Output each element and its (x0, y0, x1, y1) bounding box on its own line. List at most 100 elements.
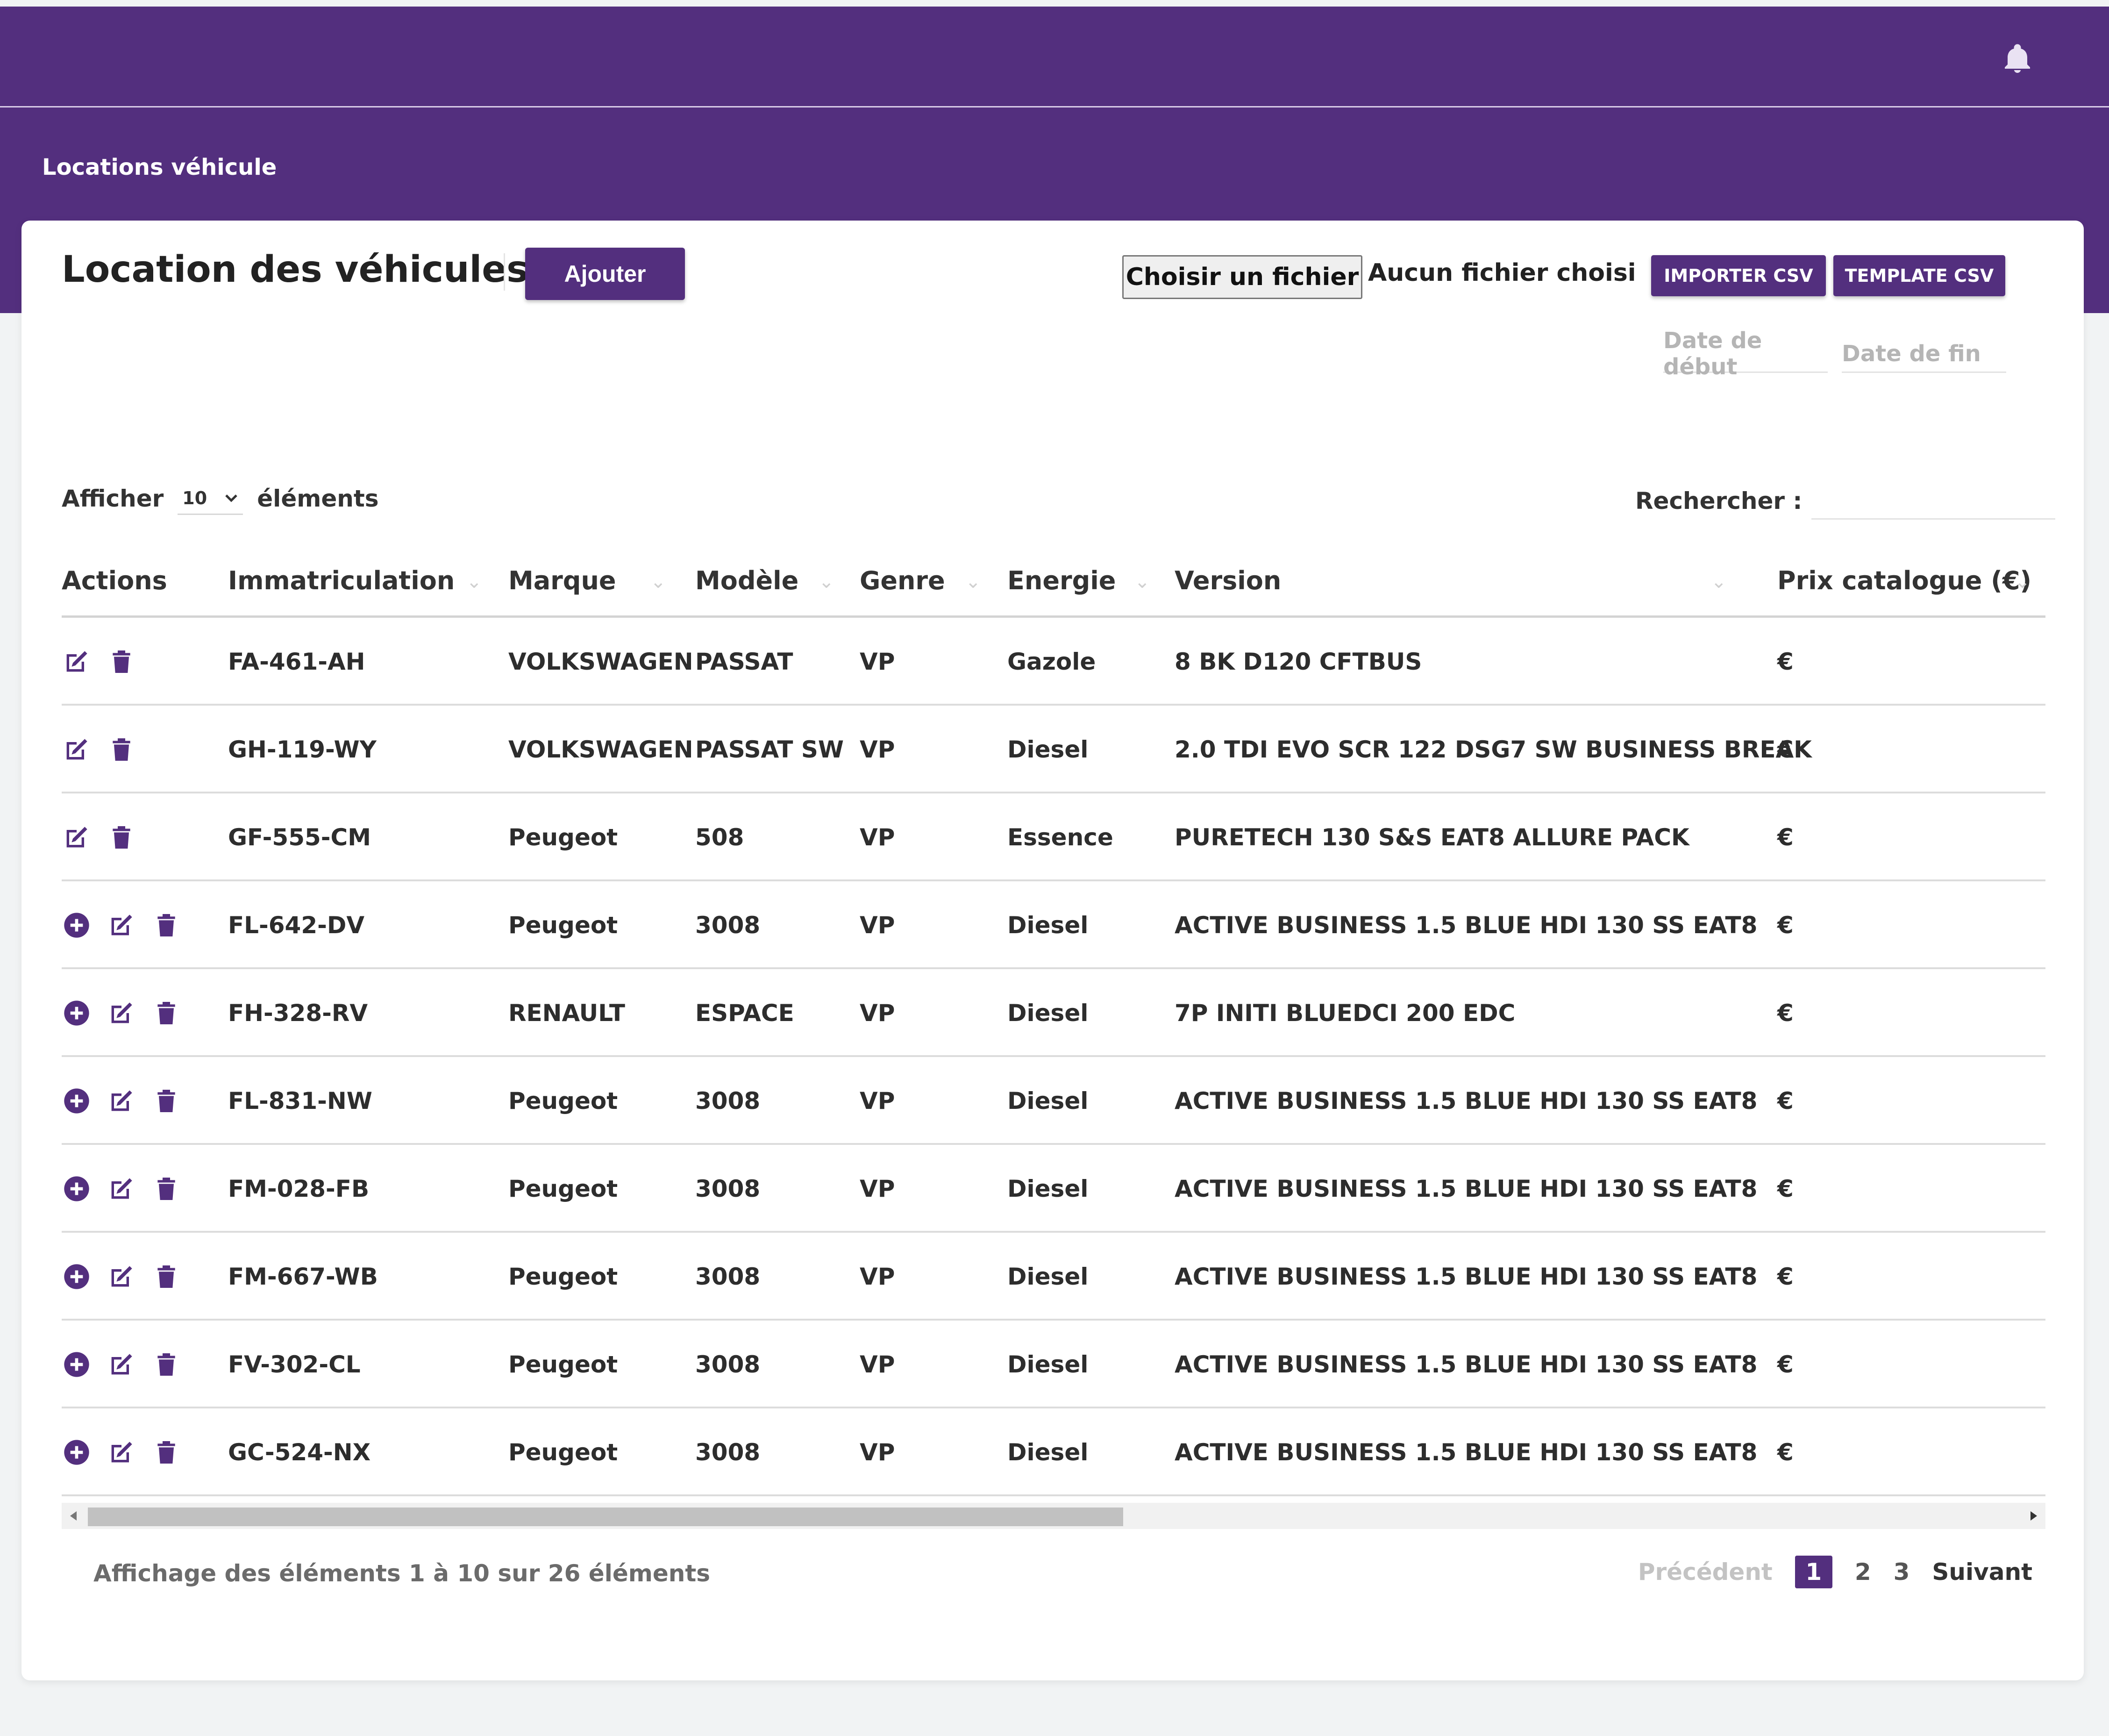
plus-circle-icon[interactable] (62, 1437, 92, 1467)
table-row: FM-667-WB Peugeot 3008 VP Diesel ACTIVE BUSIN… (62, 1233, 2045, 1321)
trash-icon[interactable] (107, 735, 136, 764)
plus-circle-icon[interactable] (62, 1174, 92, 1204)
cell-marque: Peugeot (508, 1351, 618, 1378)
header-prix[interactable]: Prix catalogue (€) (1777, 543, 2031, 618)
breadcrumb: Locations véhicule (42, 154, 277, 180)
cell-version: ACTIVE BUSINESS 1.5 BLUE HDI 130 SS EAT8 (1175, 1263, 1758, 1290)
table-row: GF-555-CM Peugeot 508 VP Essence PURETECH 130… (62, 793, 2045, 881)
edit-icon[interactable] (107, 998, 136, 1028)
edit-icon[interactable] (107, 1174, 136, 1204)
cell-version: 2.0 TDI EVO SCR 122 DSG7 SW BUSINESS BRE… (1175, 736, 1812, 763)
cell-marque: Peugeot (508, 1087, 618, 1114)
cell-marque: Peugeot (508, 1175, 618, 1202)
page-2-link[interactable]: 2 (1855, 1558, 1871, 1586)
plus-circle-icon[interactable] (62, 1350, 92, 1379)
cell-immatriculation: FM-028-FB (228, 1175, 370, 1202)
scroll-left-arrow[interactable] (70, 1511, 77, 1521)
edit-icon[interactable] (107, 1350, 136, 1379)
cell-genre: VP (860, 736, 895, 763)
top-navbar (0, 7, 2109, 107)
trash-icon[interactable] (151, 1350, 181, 1379)
sort-icon[interactable]: ⌄ (466, 571, 482, 593)
previous-page-link[interactable]: Précédent (1638, 1558, 1773, 1586)
cell-immatriculation: GC-524-NX (228, 1439, 371, 1466)
rentals-table: Actions Immatriculation ⌄ Marque ⌄ Modèl… (62, 543, 2045, 1496)
cell-immatriculation: FM-667-WB (228, 1263, 378, 1290)
edit-icon[interactable] (107, 910, 136, 940)
cell-immatriculation: FV-302-CL (228, 1351, 361, 1378)
cell-prix: € (1777, 736, 1794, 763)
sort-icon[interactable]: ⌄ (650, 571, 666, 593)
plus-circle-icon[interactable] (62, 1262, 92, 1292)
scroll-right-arrow[interactable] (2031, 1511, 2037, 1521)
header-immatriculation[interactable]: Immatriculation (228, 543, 455, 618)
cell-version: PURETECH 130 S&S EAT8 ALLURE PACK (1175, 824, 1689, 851)
edit-icon[interactable] (107, 1086, 136, 1116)
edit-icon[interactable] (62, 647, 92, 677)
edit-icon[interactable] (107, 1262, 136, 1292)
cell-genre: VP (860, 648, 895, 675)
cell-version: 7P INITI BLUEDCI 200 EDC (1175, 1000, 1516, 1027)
cell-modele: 3008 (695, 1263, 761, 1290)
scroll-thumb[interactable] (88, 1507, 1123, 1526)
cell-modele: 3008 (695, 1439, 761, 1466)
cell-energie: Diesel (1007, 1351, 1089, 1378)
trash-icon[interactable] (151, 1174, 181, 1204)
search-label: Rechercher : (1635, 487, 1803, 514)
trash-icon[interactable] (151, 998, 181, 1028)
plus-circle-icon[interactable] (62, 910, 92, 940)
date-start-input[interactable]: Date de début (1663, 328, 1828, 380)
edit-icon[interactable] (107, 1437, 136, 1467)
cell-modele: PASSAT (695, 648, 793, 675)
trash-icon[interactable] (151, 910, 181, 940)
edit-icon[interactable] (62, 735, 92, 764)
cell-modele: PASSAT SW (695, 736, 844, 763)
header-genre[interactable]: Genre (860, 543, 945, 618)
cell-marque: VOLKSWAGEN (508, 736, 693, 763)
sort-icon[interactable]: ⌄ (1134, 571, 1150, 593)
edit-icon[interactable] (62, 822, 92, 852)
row-actions (62, 1233, 181, 1321)
sort-icon[interactable]: ⌄ (965, 571, 981, 593)
search-input[interactable] (1811, 482, 2056, 520)
bell-icon[interactable] (2001, 40, 2034, 78)
row-actions (62, 1145, 181, 1233)
choose-file-button[interactable]: Choisir un fichier (1122, 255, 1362, 299)
cell-energie: Diesel (1007, 912, 1089, 939)
template-csv-button[interactable]: TEMPLATE CSV (1833, 255, 2005, 296)
trash-icon[interactable] (151, 1086, 181, 1116)
page-title: Location des véhicules (62, 249, 528, 291)
header-energie[interactable]: Energie (1007, 543, 1116, 618)
show-label: Afficher (62, 485, 164, 512)
add-button[interactable]: Ajouter (525, 248, 685, 300)
sort-icon[interactable]: ⌄ (2015, 571, 2031, 593)
sort-icon[interactable]: ⌄ (1711, 571, 1727, 593)
sort-icon[interactable]: ⌄ (819, 571, 834, 593)
header-marque[interactable]: Marque (508, 543, 616, 618)
trash-icon[interactable] (151, 1262, 181, 1292)
page-size-control: Afficher 10 éléments (62, 482, 379, 515)
next-page-link[interactable]: Suivant (1932, 1558, 2032, 1586)
trash-icon[interactable] (107, 647, 136, 677)
cell-version: ACTIVE BUSINESS 1.5 BLUE HDI 130 SS EAT8 (1175, 1087, 1758, 1114)
plus-circle-icon[interactable] (62, 1086, 92, 1116)
header-version[interactable]: Version (1175, 543, 1281, 618)
trash-icon[interactable] (151, 1437, 181, 1467)
cell-modele: ESPACE (695, 1000, 794, 1027)
header-modele[interactable]: Modèle (695, 543, 798, 618)
page-3-link[interactable]: 3 (1894, 1558, 1910, 1586)
trash-icon[interactable] (107, 822, 136, 852)
cell-genre: VP (860, 912, 895, 939)
cell-immatriculation: GF-555-CM (228, 824, 371, 851)
import-csv-button[interactable]: IMPORTER CSV (1651, 255, 1826, 296)
page-size-select[interactable]: 10 (178, 482, 243, 515)
horizontal-scrollbar[interactable] (62, 1503, 2045, 1529)
page-1-link[interactable]: 1 (1795, 1556, 1832, 1588)
cell-prix: € (1777, 1351, 1794, 1378)
plus-circle-icon[interactable] (62, 998, 92, 1028)
date-end-input[interactable]: Date de fin (1842, 336, 2006, 373)
cell-genre: VP (860, 1175, 895, 1202)
row-actions (62, 618, 136, 706)
cell-prix: € (1777, 1175, 1794, 1202)
title-divider (504, 253, 505, 291)
